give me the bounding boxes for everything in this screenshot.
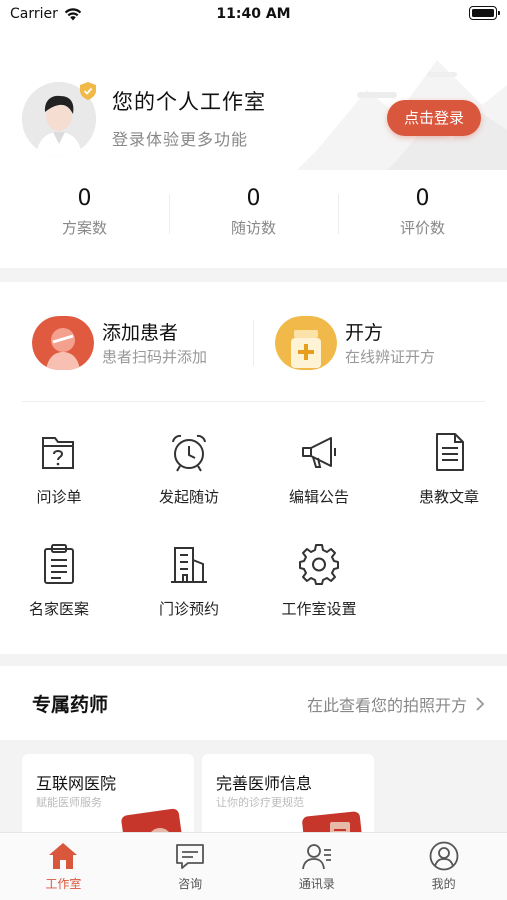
tool-outpatient-appointment[interactable]: 门诊预约 (126, 522, 252, 632)
stat-plans[interactable]: 0 方案数 (0, 182, 169, 252)
quick-divider (253, 320, 254, 366)
section-divider (0, 654, 507, 666)
promo-cards: 互联网医院 赋能医师服务 完善医师信息 让你的诊疗更规范 (0, 740, 507, 832)
tool-studio-settings[interactable]: 工作室设置 (256, 522, 382, 632)
photo-prescription-link[interactable]: 在此查看您的拍照开方 (307, 692, 485, 716)
status-time: 11:40 AM (216, 6, 291, 22)
prescription-button[interactable]: 开方 在线辨证开方 (275, 316, 475, 370)
verified-badge-icon (80, 82, 96, 100)
stat-followups[interactable]: 0 随访数 (169, 182, 338, 252)
prescription-icon (275, 316, 337, 370)
internet-hospital-card[interactable]: 互联网医院 赋能医师服务 (22, 754, 194, 832)
quick-bottom-divider (22, 401, 485, 402)
tool-label: 问诊单 (36, 488, 82, 506)
tool-patient-articles[interactable]: 患教文章 (386, 410, 507, 520)
card-subtitle: 让你的诊疗更规范 (216, 796, 304, 809)
add-patient-button[interactable]: 添加患者 患者扫码并添加 (32, 316, 242, 370)
profile-icon (429, 841, 459, 871)
tool-label: 工作室设置 (281, 600, 357, 618)
add-patient-icon (32, 316, 94, 370)
alarm-clock-icon (172, 434, 206, 472)
pharmacist-title: 专属药师 (32, 694, 109, 716)
login-button[interactable]: 点击登录 (387, 100, 481, 136)
quick-action-title: 开方 (345, 322, 384, 344)
quick-action-subtitle: 在线辨证开方 (345, 348, 436, 366)
tool-grid: 问诊单 发起随访 编辑公告 患教文章 名家医案 门诊预约 工作室设置 (0, 410, 507, 650)
quick-action-title: 添加患者 (102, 322, 179, 344)
stat-reviews[interactable]: 0 评价数 (338, 182, 507, 252)
tool-start-followup[interactable]: 发起随访 (126, 410, 252, 520)
article-icon (436, 433, 464, 471)
photo-prescription-link-label: 在此查看您的拍照开方 (306, 696, 467, 715)
tab-label: 通讯录 (298, 877, 335, 891)
gear-icon (299, 544, 339, 585)
building-icon (171, 547, 207, 583)
section-divider (0, 268, 507, 282)
home-icon (49, 843, 78, 869)
profile-header: 您的个人工作室 登录体验更多功能 点击登录 0 方案数 0 随访数 0 评价数 (0, 30, 507, 270)
tab-label: 工作室 (45, 877, 82, 891)
quick-actions: 添加患者 患者扫码并添加 开方 在线辨证开方 (0, 282, 507, 402)
card-subtitle: 赋能医师服务 (36, 796, 102, 809)
document-illustration-icon (302, 811, 364, 832)
quick-action-subtitle: 患者扫码并添加 (102, 348, 208, 366)
megaphone-icon (302, 437, 336, 468)
stat-label: 随访数 (230, 219, 276, 237)
stat-value: 0 (246, 186, 261, 211)
status-bar: Carrier 11:40 AM (0, 0, 507, 30)
tab-consult[interactable]: 咨询 (127, 833, 254, 900)
stat-label: 方案数 (61, 219, 107, 237)
stat-value: 0 (415, 186, 430, 211)
hospital-illustration-icon (121, 808, 185, 832)
tab-label: 我的 (431, 877, 456, 891)
login-hint: 登录体验更多功能 (112, 130, 249, 149)
card-title: 互联网医院 (36, 774, 117, 793)
tab-label: 咨询 (178, 877, 203, 891)
chevron-right-icon (476, 697, 485, 711)
tab-studio[interactable]: 工作室 (0, 833, 127, 900)
stats-row: 0 方案数 0 随访数 0 评价数 (0, 182, 507, 252)
page-title: 您的个人工作室 (112, 90, 266, 114)
complete-doctor-info-card[interactable]: 完善医师信息 让你的诊疗更规范 (202, 754, 374, 832)
tab-contacts[interactable]: 通讯录 (254, 833, 381, 900)
tab-mine[interactable]: 我的 (380, 833, 507, 900)
chat-icon (176, 844, 205, 869)
pharmacist-section: 专属药师 在此查看您的拍照开方 (0, 666, 507, 738)
tab-bar: 工作室 咨询 通讯录 我的 (0, 832, 507, 900)
tool-edit-announcement[interactable]: 编辑公告 (256, 410, 382, 520)
battery-icon (469, 6, 500, 20)
tool-inquiry-form[interactable]: 问诊单 (0, 410, 122, 520)
mountain-decoration (297, 60, 507, 170)
tool-label: 名家医案 (28, 600, 89, 618)
card-title: 完善医师信息 (216, 774, 313, 793)
inquiry-form-icon (42, 437, 74, 469)
clipboard-icon (44, 544, 74, 584)
tool-label: 发起随访 (158, 488, 219, 506)
contacts-icon (301, 844, 331, 870)
tool-famous-cases[interactable]: 名家医案 (0, 522, 122, 632)
stat-label: 评价数 (399, 219, 445, 237)
tool-label: 门诊预约 (158, 600, 219, 618)
stat-value: 0 (77, 186, 92, 211)
tool-label: 患教文章 (418, 488, 479, 506)
tool-label: 编辑公告 (288, 488, 349, 506)
